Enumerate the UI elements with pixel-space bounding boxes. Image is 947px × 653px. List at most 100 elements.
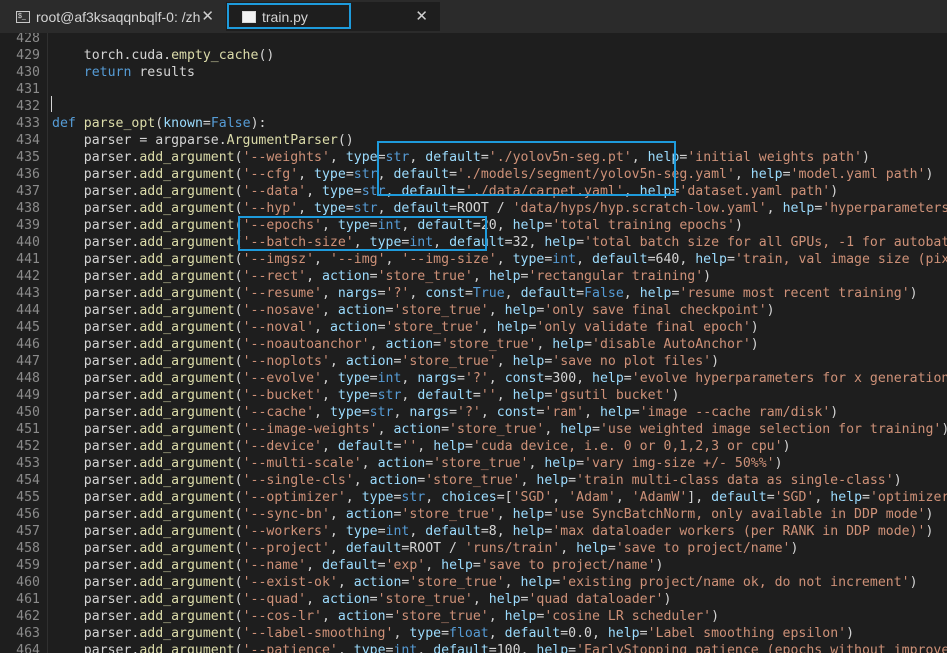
code-line: 436 parser.add_argument('--cfg', type=st… — [0, 166, 947, 183]
line-code: parser.add_argument('--nosave', action='… — [52, 303, 775, 318]
line-code: parser.add_argument('--noautoanchor', ac… — [52, 337, 759, 352]
line-code: parser.add_argument('--project', default… — [52, 541, 799, 556]
code-line: 444 parser.add_argument('--nosave', acti… — [0, 302, 947, 319]
line-number: 432 — [16, 99, 40, 114]
line-number: 439 — [16, 218, 40, 233]
code-line: 447 parser.add_argument('--noplots', act… — [0, 353, 947, 370]
code-line: 462 parser.add_argument('--cos-lr', acti… — [0, 608, 947, 625]
code-line: 433 def parse_opt(known=False): — [0, 115, 947, 132]
line-code: parser.add_argument('--multi-scale', act… — [52, 456, 783, 471]
line-number: 441 — [16, 252, 40, 267]
code-line: 455 parser.add_argument('--optimizer', t… — [0, 489, 947, 506]
code-line: 431 — [0, 81, 947, 98]
line-number: 442 — [16, 269, 40, 284]
line-number: 454 — [16, 473, 40, 488]
line-number: 428 — [16, 33, 40, 46]
line-number: 460 — [16, 575, 40, 590]
code-line: 429 torch.cuda.empty_cache() — [0, 47, 947, 64]
line-number: 455 — [16, 490, 40, 505]
line-code: parser.add_argument('--batch-size', type… — [52, 235, 947, 250]
line-number: 434 — [16, 133, 40, 148]
line-code: parser.add_argument('--exist-ok', action… — [52, 575, 918, 590]
line-code: parser.add_argument('--optimizer', type=… — [52, 490, 947, 505]
code-line: 453 parser.add_argument('--multi-scale',… — [0, 455, 947, 472]
code-line: 452 parser.add_argument('--device', defa… — [0, 438, 947, 455]
line-code: parser.add_argument('--rect', action='st… — [52, 269, 712, 284]
line-number: 431 — [16, 82, 40, 97]
line-code: parser.add_argument('--imgsz', '--img', … — [52, 252, 947, 267]
line-number: 430 — [16, 65, 40, 80]
line-number: 443 — [16, 286, 40, 301]
tab-label: train.py — [262, 8, 308, 25]
line-number: 461 — [16, 592, 40, 607]
line-code: parser.add_argument('--noval', action='s… — [52, 320, 759, 335]
code-line: 441 parser.add_argument('--imgsz', '--im… — [0, 251, 947, 268]
line-code: parser.add_argument('--device', default=… — [52, 439, 791, 454]
line-code: parser.add_argument('--cfg', type=str, d… — [52, 167, 934, 182]
line-code: parser.add_argument('--weights', type=st… — [52, 150, 870, 165]
code-line: 458 parser.add_argument('--project', def… — [0, 540, 947, 557]
line-number: 447 — [16, 354, 40, 369]
line-number: 450 — [16, 405, 40, 420]
line-number: 433 — [16, 116, 40, 131]
code-line: 456 parser.add_argument('--sync-bn', act… — [0, 506, 947, 523]
close-icon[interactable]: ✕ — [415, 7, 428, 25]
line-number: 440 — [16, 235, 40, 250]
line-code: parser.add_argument('--sync-bn', action=… — [52, 507, 934, 522]
terminal-icon: $_ — [16, 10, 30, 23]
line-number: 429 — [16, 48, 40, 63]
line-number: 448 — [16, 371, 40, 386]
code-line: 435 parser.add_argument('--weights', typ… — [0, 149, 947, 166]
code-line: 434 parser = argparse.ArgumentParser() — [0, 132, 947, 149]
tab-label: root@af3ksaqqnbqlf-0: /zhai — [36, 8, 201, 25]
line-number: 451 — [16, 422, 40, 437]
code-line: 461 parser.add_argument('--quad', action… — [0, 591, 947, 608]
tab-train-py[interactable]: train.py ✕ — [226, 2, 440, 31]
code-line: 463 parser.add_argument('--label-smoothi… — [0, 625, 947, 642]
line-code: parser.add_argument('--label-smoothing',… — [52, 626, 855, 641]
code-line: 430 return results — [0, 64, 947, 81]
line-code: parser.add_argument('--evolve', type=int… — [52, 371, 947, 386]
close-icon[interactable]: ✕ — [201, 7, 214, 25]
line-code: parser = argparse.ArgumentParser() — [52, 133, 354, 148]
line-code: def parse_opt(known=False): — [52, 116, 267, 131]
text-cursor — [51, 96, 52, 112]
line-code: parser.add_argument('--resume', nargs='?… — [52, 286, 918, 301]
code-line: 454 parser.add_argument('--single-cls', … — [0, 472, 947, 489]
line-code: parser.add_argument('--bucket', type=str… — [52, 388, 680, 403]
line-code: parser.add_argument('--noplots', action=… — [52, 354, 720, 369]
tab-terminal[interactable]: $_ root@af3ksaqqnbqlf-0: /zhai ✕ — [0, 2, 226, 31]
line-code: parser.add_argument('--data', type=str, … — [52, 184, 839, 199]
tab-bar: $_ root@af3ksaqqnbqlf-0: /zhai ✕ train.p… — [0, 0, 947, 33]
line-code: parser.add_argument('--cos-lr', action='… — [52, 609, 720, 624]
code-line: 439 parser.add_argument('--epochs', type… — [0, 217, 947, 234]
line-number: 435 — [16, 150, 40, 165]
code-line: 432 — [0, 98, 947, 115]
code-editor[interactable]: 428 429 torch.cuda.empty_cache() 430 retur… — [0, 33, 947, 653]
code-line: 460 parser.add_argument('--exist-ok', ac… — [0, 574, 947, 591]
code-line: 446 parser.add_argument('--noautoanchor'… — [0, 336, 947, 353]
file-icon — [242, 10, 256, 23]
line-number: 463 — [16, 626, 40, 641]
code-line: 459 parser.add_argument('--name', defaul… — [0, 557, 947, 574]
line-code: parser.add_argument('--epochs', type=int… — [52, 218, 743, 233]
line-number: 436 — [16, 167, 40, 182]
line-code: parser.add_argument('--image-weights', a… — [52, 422, 947, 437]
line-number: 445 — [16, 320, 40, 335]
line-number: 459 — [16, 558, 40, 573]
line-number: 437 — [16, 184, 40, 199]
line-number: 452 — [16, 439, 40, 454]
line-code: parser.add_argument('--patience', type=i… — [52, 643, 947, 653]
code-line: 440 parser.add_argument('--batch-size', … — [0, 234, 947, 251]
line-number: 453 — [16, 456, 40, 471]
code-line: 449 parser.add_argument('--bucket', type… — [0, 387, 947, 404]
code-line: 464 parser.add_argument('--patience', ty… — [0, 642, 947, 653]
line-number: 457 — [16, 524, 40, 539]
line-code: parser.add_argument('--workers', type=in… — [52, 524, 934, 539]
line-code: parser.add_argument('--name', default='e… — [52, 558, 664, 573]
code-line: 445 parser.add_argument('--noval', actio… — [0, 319, 947, 336]
line-code: return results — [83, 65, 195, 80]
line-code: parser.add_argument('--hyp', type=str, d… — [52, 201, 947, 216]
line-number: 444 — [16, 303, 40, 318]
line-number: 458 — [16, 541, 40, 556]
